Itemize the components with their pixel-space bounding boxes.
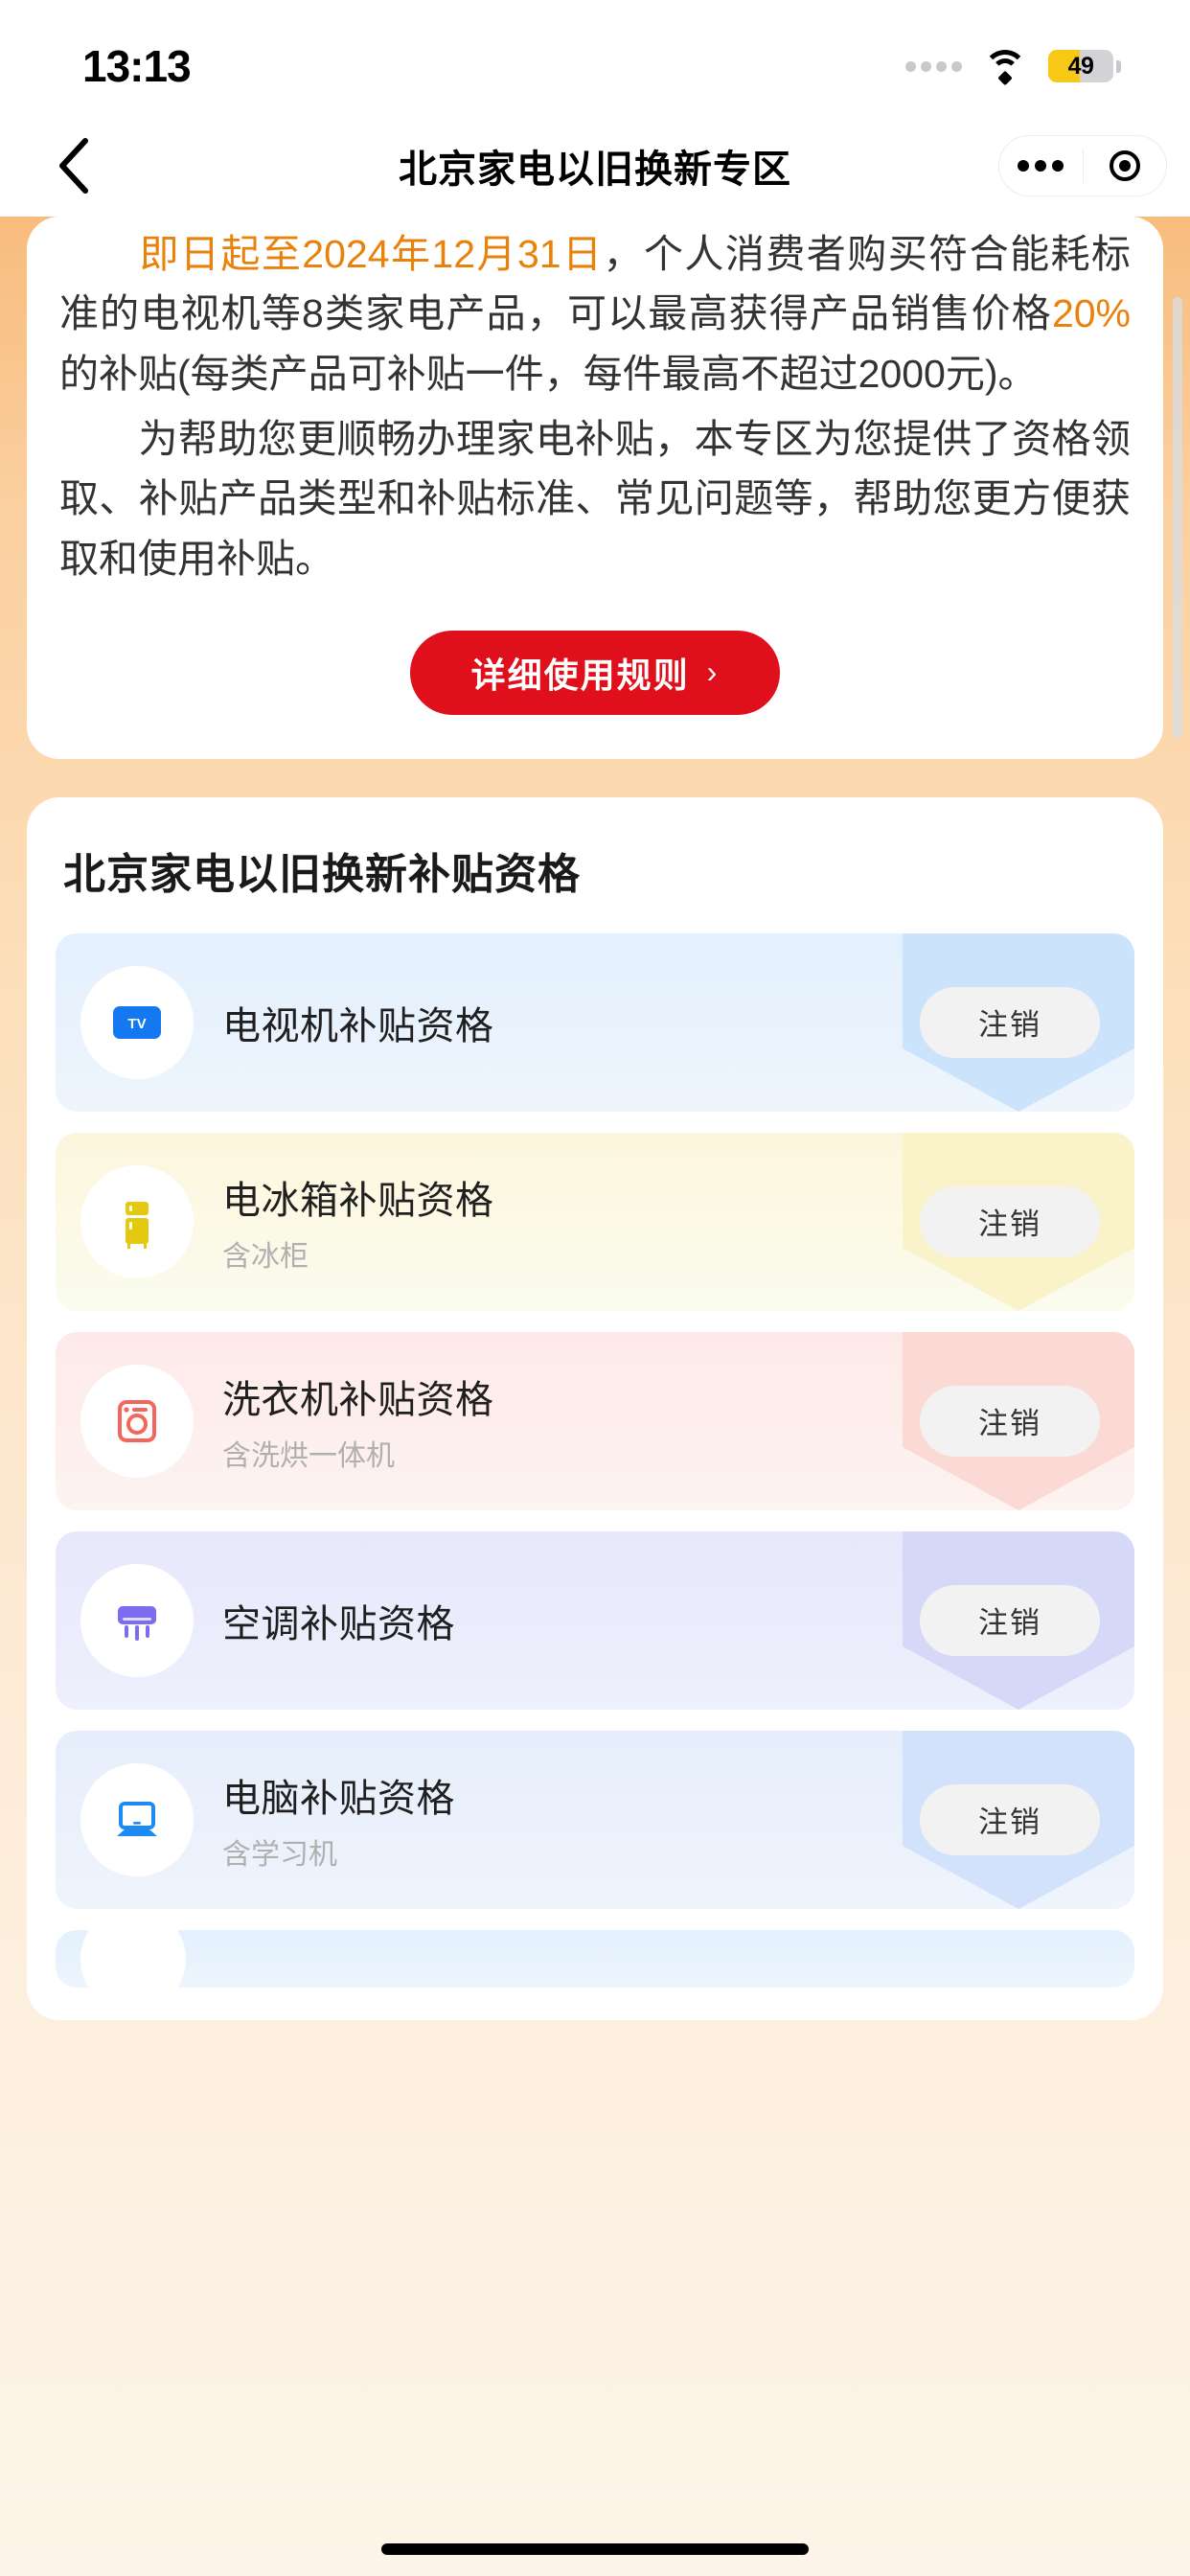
mini-program-close-icon[interactable]: [1084, 136, 1167, 196]
qualification-texts: 电视机补贴资格: [222, 995, 494, 1050]
chevron-right-icon: ›: [706, 655, 720, 690]
rule-button-container: 详细使用规则 ›: [59, 630, 1131, 715]
qualification-row-refrigerator[interactable]: 电冰箱补贴资格 含冰柜 注销: [56, 1132, 1134, 1311]
qualification-name: 电冰箱补贴资格: [222, 1179, 494, 1222]
signal-dots-icon: [905, 60, 962, 72]
partial-icon: [80, 1929, 186, 1988]
tv-icon: TV: [80, 965, 194, 1079]
intro-card: 即日起至2024年12月31日，个人消费者购买符合能耗标准的电视机等8类家电产品…: [27, 217, 1163, 759]
svg-text:TV: TV: [127, 1016, 146, 1032]
navigation-bar: 北京家电以旧换新专区: [0, 115, 1190, 217]
vertical-scrollbar[interactable]: [1173, 297, 1182, 738]
app-screen: 13:13 49 北京家电以旧换新专区 即日起至2024年12月31日，个人消费…: [0, 0, 1190, 2576]
refrigerator-icon: [80, 1164, 194, 1278]
qualification-name: 空调补贴资格: [222, 1602, 455, 1645]
status-bar: 13:13 49: [0, 0, 1190, 115]
back-chevron-icon[interactable]: [44, 137, 102, 195]
qualification-row-air-conditioner[interactable]: 空调补贴资格 注销: [56, 1530, 1134, 1710]
cancel-qualification-button[interactable]: 注销: [920, 986, 1100, 1058]
qualification-card: 北京家电以旧换新补贴资格 TV 电视机补贴资格 注销 电冰箱补贴资格 含冰柜 注…: [27, 796, 1163, 2020]
cancel-qualification-button[interactable]: 注销: [920, 1385, 1100, 1457]
qualification-row-washing-machine[interactable]: 洗衣机补贴资格 含洗烘一体机 注销: [56, 1331, 1134, 1510]
more-options-icon[interactable]: [999, 136, 1083, 196]
intro-text-part3: 的补贴(每类产品可补贴一件，每件最高不超过2000元)。: [59, 351, 1038, 396]
mini-program-capsule: [998, 135, 1167, 196]
qualification-row-partial[interactable]: [56, 1929, 1134, 1988]
intro-percent: 20%: [1051, 291, 1131, 336]
cancel-qualification-button[interactable]: 注销: [920, 1783, 1100, 1855]
qualification-texts: 电脑补贴资格 含学习机: [222, 1767, 455, 1873]
status-indicators: 49: [905, 33, 1121, 86]
intro-paragraph-2: 为帮助您更顺畅办理家电补贴，本专区为您提供了资格领取、补贴产品类型和补贴标准、常…: [59, 409, 1131, 588]
qualification-subtitle: 含洗烘一体机: [222, 1439, 395, 1472]
qualification-section-title: 北京家电以旧换新补贴资格: [63, 850, 581, 898]
battery-level-label: 49: [1067, 52, 1094, 80]
home-indicator: [381, 2543, 809, 2555]
wifi-icon: [983, 50, 1027, 86]
qualification-texts: 电冰箱补贴资格 含冰柜: [222, 1169, 494, 1275]
qualification-row-computer[interactable]: 电脑补贴资格 含学习机 注销: [56, 1730, 1134, 1909]
qualification-row-tv[interactable]: TV 电视机补贴资格 注销: [56, 932, 1134, 1112]
qualification-texts: 空调补贴资格: [222, 1593, 455, 1648]
qualification-subtitle: 含学习机: [222, 1838, 337, 1871]
status-time: 13:13: [82, 41, 192, 91]
scroll-content[interactable]: 即日起至2024年12月31日，个人消费者购买符合能耗标准的电视机等8类家电产品…: [0, 217, 1190, 2576]
cancel-qualification-button[interactable]: 注销: [920, 1185, 1100, 1257]
detailed-rules-button[interactable]: 详细使用规则 ›: [409, 630, 781, 715]
intro-paragraph-2-text: 为帮助您更顺畅办理家电补贴，本专区为您提供了资格领取、补贴产品类型和补贴标准、常…: [59, 416, 1131, 581]
washing-machine-icon: [80, 1364, 194, 1478]
qualification-subtitle: 含冰柜: [222, 1240, 309, 1273]
battery-low-power-icon: 49: [1048, 50, 1121, 82]
qualification-name: 电脑补贴资格: [222, 1777, 455, 1820]
intro-paragraph-1: 即日起至2024年12月31日，个人消费者购买符合能耗标准的电视机等8类家电产品…: [59, 224, 1131, 403]
laptop-icon: [80, 1762, 194, 1876]
cancel-qualification-button[interactable]: 注销: [920, 1584, 1100, 1656]
qualification-name: 洗衣机补贴资格: [222, 1378, 494, 1421]
air-conditioner-icon: [80, 1563, 194, 1677]
qualification-texts: 洗衣机补贴资格 含洗烘一体机: [222, 1368, 494, 1474]
qualification-name: 电视机补贴资格: [222, 1004, 494, 1047]
intro-date-range: 即日起至2024年12月31日: [138, 232, 604, 276]
detailed-rules-label: 详细使用规则: [470, 655, 690, 695]
